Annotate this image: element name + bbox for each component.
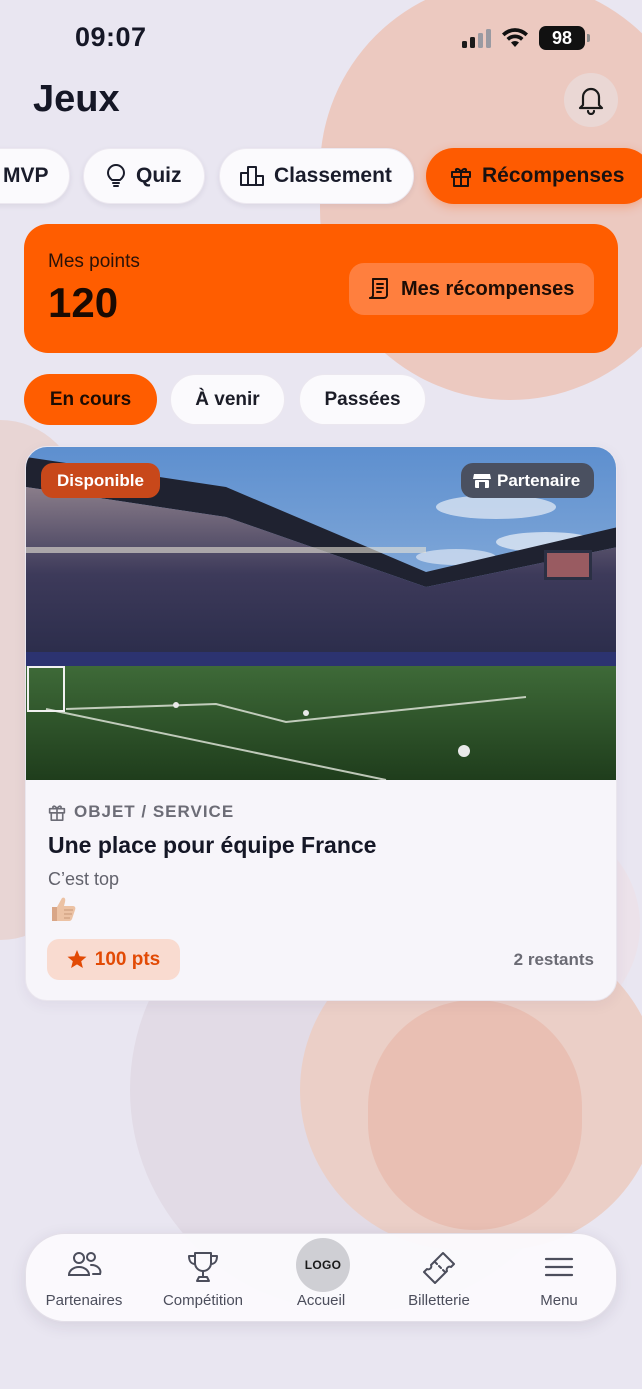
points-label: Mes points	[48, 251, 140, 272]
filter-a-venir[interactable]: À venir	[170, 374, 285, 425]
reward-description: C’est top	[48, 869, 120, 889]
reward-category-label: OBJET / SERVICE	[74, 802, 235, 821]
logo: LOGO	[296, 1238, 350, 1292]
tab-label: MVP	[3, 164, 49, 187]
leaderboard-icon	[240, 165, 264, 187]
hamburger-icon	[544, 1256, 574, 1278]
nav-label: Compétition	[162, 1292, 244, 1309]
reward-category: OBJET / SERVICE	[48, 802, 234, 822]
gift-icon	[450, 165, 472, 187]
filter-passees[interactable]: Passées	[299, 374, 426, 425]
partner-badge-label: Partenaire	[497, 470, 581, 490]
nav-menu[interactable]: Menu	[500, 1234, 618, 1323]
status-indicators: 98	[462, 26, 590, 50]
trophy-icon	[186, 1250, 220, 1284]
my-rewards-button[interactable]: Mes récompenses	[349, 263, 594, 315]
partner-badge: Partenaire	[461, 463, 595, 498]
battery-icon: 98	[539, 26, 590, 50]
reward-remaining: 2 restants	[513, 950, 594, 969]
receipt-icon	[367, 277, 391, 301]
nav-label: Billetterie	[408, 1292, 470, 1309]
bell-icon	[577, 85, 605, 115]
gift-icon	[48, 803, 66, 821]
tab-recompenses[interactable]: Récompenses	[426, 148, 642, 204]
nav-partenaires[interactable]: Partenaires	[26, 1234, 142, 1323]
tab-mvp[interactable]: MVP	[0, 148, 70, 204]
ticket-icon	[421, 1250, 457, 1286]
reward-points: 100 pts	[47, 939, 180, 980]
nav-accueil[interactable]: LOGO Accueil	[262, 1234, 380, 1323]
notifications-button[interactable]	[564, 73, 618, 127]
nav-label: Partenaires	[45, 1292, 123, 1309]
lightbulb-icon	[106, 164, 126, 188]
status-time: 09:07	[75, 22, 147, 52]
nav-billetterie[interactable]: Billetterie	[380, 1234, 498, 1323]
battery-level: 98	[551, 27, 573, 48]
points-value: 120	[48, 279, 119, 326]
people-icon	[66, 1250, 102, 1278]
tab-label: Récompenses	[482, 164, 625, 187]
reward-points-label: 100 pts	[94, 948, 161, 970]
page-title: Jeux	[33, 78, 120, 120]
nav-label: Accueil	[296, 1292, 346, 1309]
reward-title: Une place pour équipe France	[48, 832, 377, 858]
tab-label: Classement	[274, 164, 392, 187]
wifi-icon	[501, 28, 529, 48]
store-icon	[473, 473, 491, 489]
my-rewards-label: Mes récompenses	[401, 277, 575, 300]
thumbs-up-icon	[52, 897, 76, 921]
reward-card[interactable]: Disponible Partenaire OBJET / SERVICE Un…	[25, 446, 617, 1001]
status-badge: Disponible	[41, 463, 160, 498]
points-card: Mes points 120 Mes récompenses	[24, 224, 618, 353]
tab-quiz[interactable]: Quiz	[83, 148, 205, 204]
nav-label: Menu	[540, 1292, 578, 1309]
filter-en-cours[interactable]: En cours	[24, 374, 157, 425]
star-icon	[67, 950, 87, 969]
tab-label: Quiz	[136, 164, 182, 187]
nav-competition[interactable]: Compétition	[144, 1234, 262, 1323]
bottom-nav: Partenaires Compétition LOGO Accueil Bil…	[25, 1233, 617, 1322]
tab-classement[interactable]: Classement	[219, 148, 414, 204]
signal-icon	[462, 28, 491, 48]
